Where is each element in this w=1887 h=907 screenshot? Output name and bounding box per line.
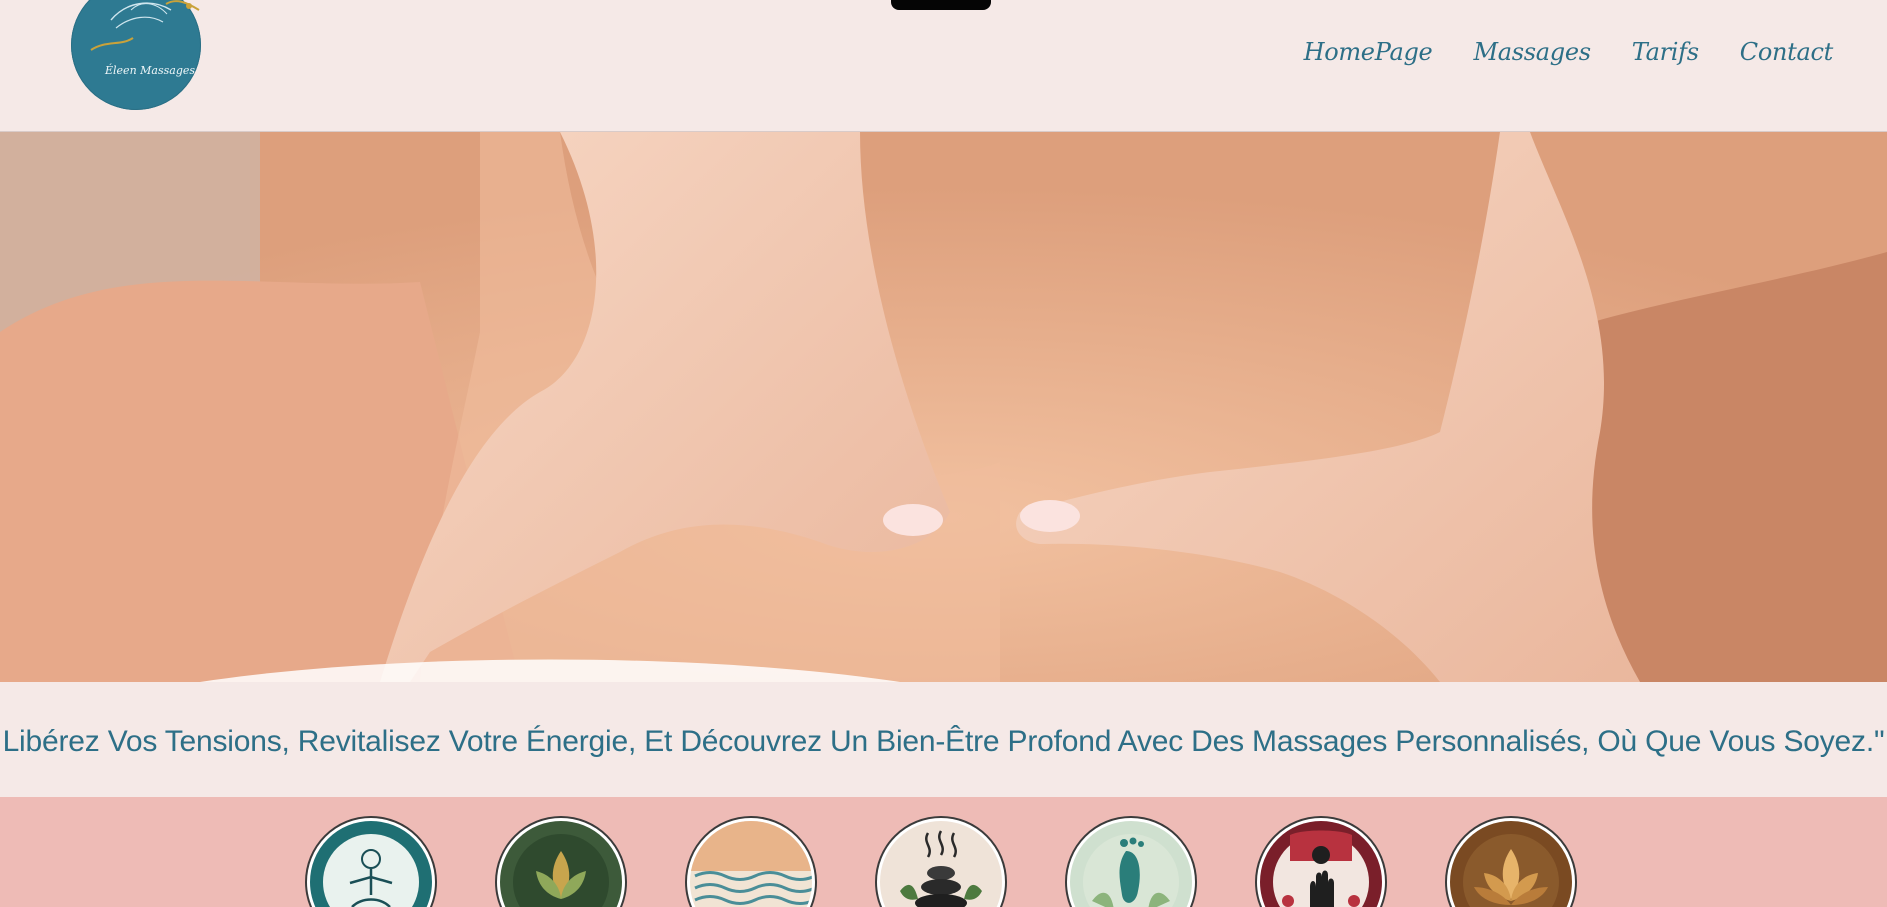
hero-image: [0, 132, 1887, 682]
logo-hands-icon: [90, 0, 200, 51]
waves-icon[interactable]: [687, 818, 815, 907]
massage-icons-row: [0, 797, 1887, 907]
meditation-figure-icon[interactable]: [307, 818, 435, 907]
massage-photo: [0, 132, 1887, 682]
stones-icon[interactable]: [877, 818, 1005, 907]
camera-notch: [891, 0, 991, 10]
tagline-text: Libérez Vos Tensions, Revitalisez Votre …: [2, 725, 1885, 758]
main-nav: HomePage Massages Tarifs Contact: [1304, 38, 1834, 66]
nav-contact[interactable]: Contact: [1740, 38, 1834, 66]
nav-tarifs[interactable]: Tarifs: [1632, 38, 1699, 66]
logo[interactable]: Éleen Massages: [71, 0, 201, 110]
logo-text: Éleen Massages: [105, 64, 196, 77]
nav-homepage[interactable]: HomePage: [1304, 38, 1433, 66]
tagline-section: Libérez Vos Tensions, Revitalisez Votre …: [0, 682, 1887, 797]
lotus-icon[interactable]: [497, 818, 625, 907]
nav-massages[interactable]: Massages: [1473, 38, 1591, 66]
site-header: Éleen Massages HomePage Massages Tarifs …: [0, 0, 1887, 132]
foot-reflexology-icon[interactable]: [1067, 818, 1195, 907]
hand-icon[interactable]: [1257, 818, 1385, 907]
golden-lotus-icon[interactable]: [1447, 818, 1575, 907]
